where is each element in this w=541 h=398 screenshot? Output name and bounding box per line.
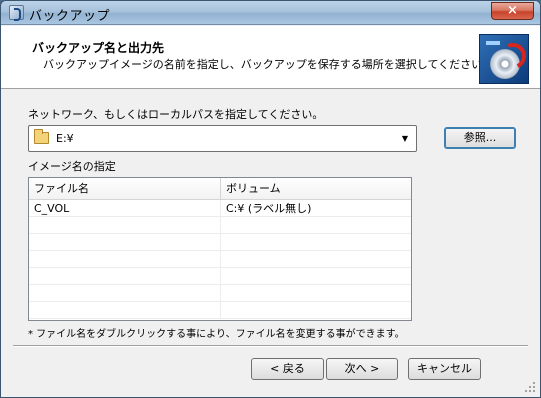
table-row-empty [29,285,411,302]
cell-filename[interactable]: C_VOL [29,200,221,217]
footer-divider [13,345,528,347]
browse-button[interactable]: 参照... [444,127,516,149]
backup-dialog: バックアップ × バックアップ名と出力先 バックアップイメージの名前を指定し、バ… [0,0,541,398]
table-row-empty [29,268,411,285]
window-title: バックアップ [29,9,111,24]
path-combobox[interactable]: E:¥ ▼ [28,125,417,152]
chevron-down-icon[interactable]: ▼ [398,132,412,146]
title-bar[interactable]: バックアップ × [1,1,540,25]
table-row-empty [29,302,411,319]
rename-hint: * ファイル名をダブルクリックする事により、ファイル名を変更する事ができます。 [28,329,405,340]
table-header: ファイル名 ボリューム [29,178,411,200]
wizard-header: バックアップ名と出力先 バックアップイメージの名前を指定し、バックアップを保存す… [1,26,540,89]
backup-disc-icon [479,34,530,84]
page-title: バックアップ名と出力先 [32,41,165,55]
table-row-empty [29,251,411,268]
resize-grip-icon[interactable] [524,381,536,393]
folder-icon [34,129,49,144]
close-button[interactable]: × [491,2,534,20]
app-backup-icon [9,5,24,21]
table-row-empty [29,217,411,234]
image-name-table: ファイル名 ボリューム C_VOL C:¥ (ラベル無し) [28,177,412,321]
path-value: E:¥ [56,132,74,145]
next-button[interactable]: 次へ > [326,358,398,380]
table-row[interactable]: C_VOL C:¥ (ラベル無し) [29,200,411,217]
table-row-empty [29,234,411,251]
image-name-label: イメージ名の指定 [28,160,116,173]
column-header-filename[interactable]: ファイル名 [29,178,221,200]
table-body: C_VOL C:¥ (ラベル無し) [29,200,411,319]
page-description: バックアップイメージの名前を指定し、バックアップを保存する場所を選択してください… [43,58,494,71]
cell-volume: C:¥ (ラベル無し) [226,202,312,215]
cancel-button[interactable]: キャンセル [408,358,481,380]
column-header-volume[interactable]: ボリューム [221,178,411,200]
path-label: ネットワーク、もしくはローカルパスを指定してください。 [28,108,324,121]
back-button[interactable]: < 戻る [251,358,324,380]
